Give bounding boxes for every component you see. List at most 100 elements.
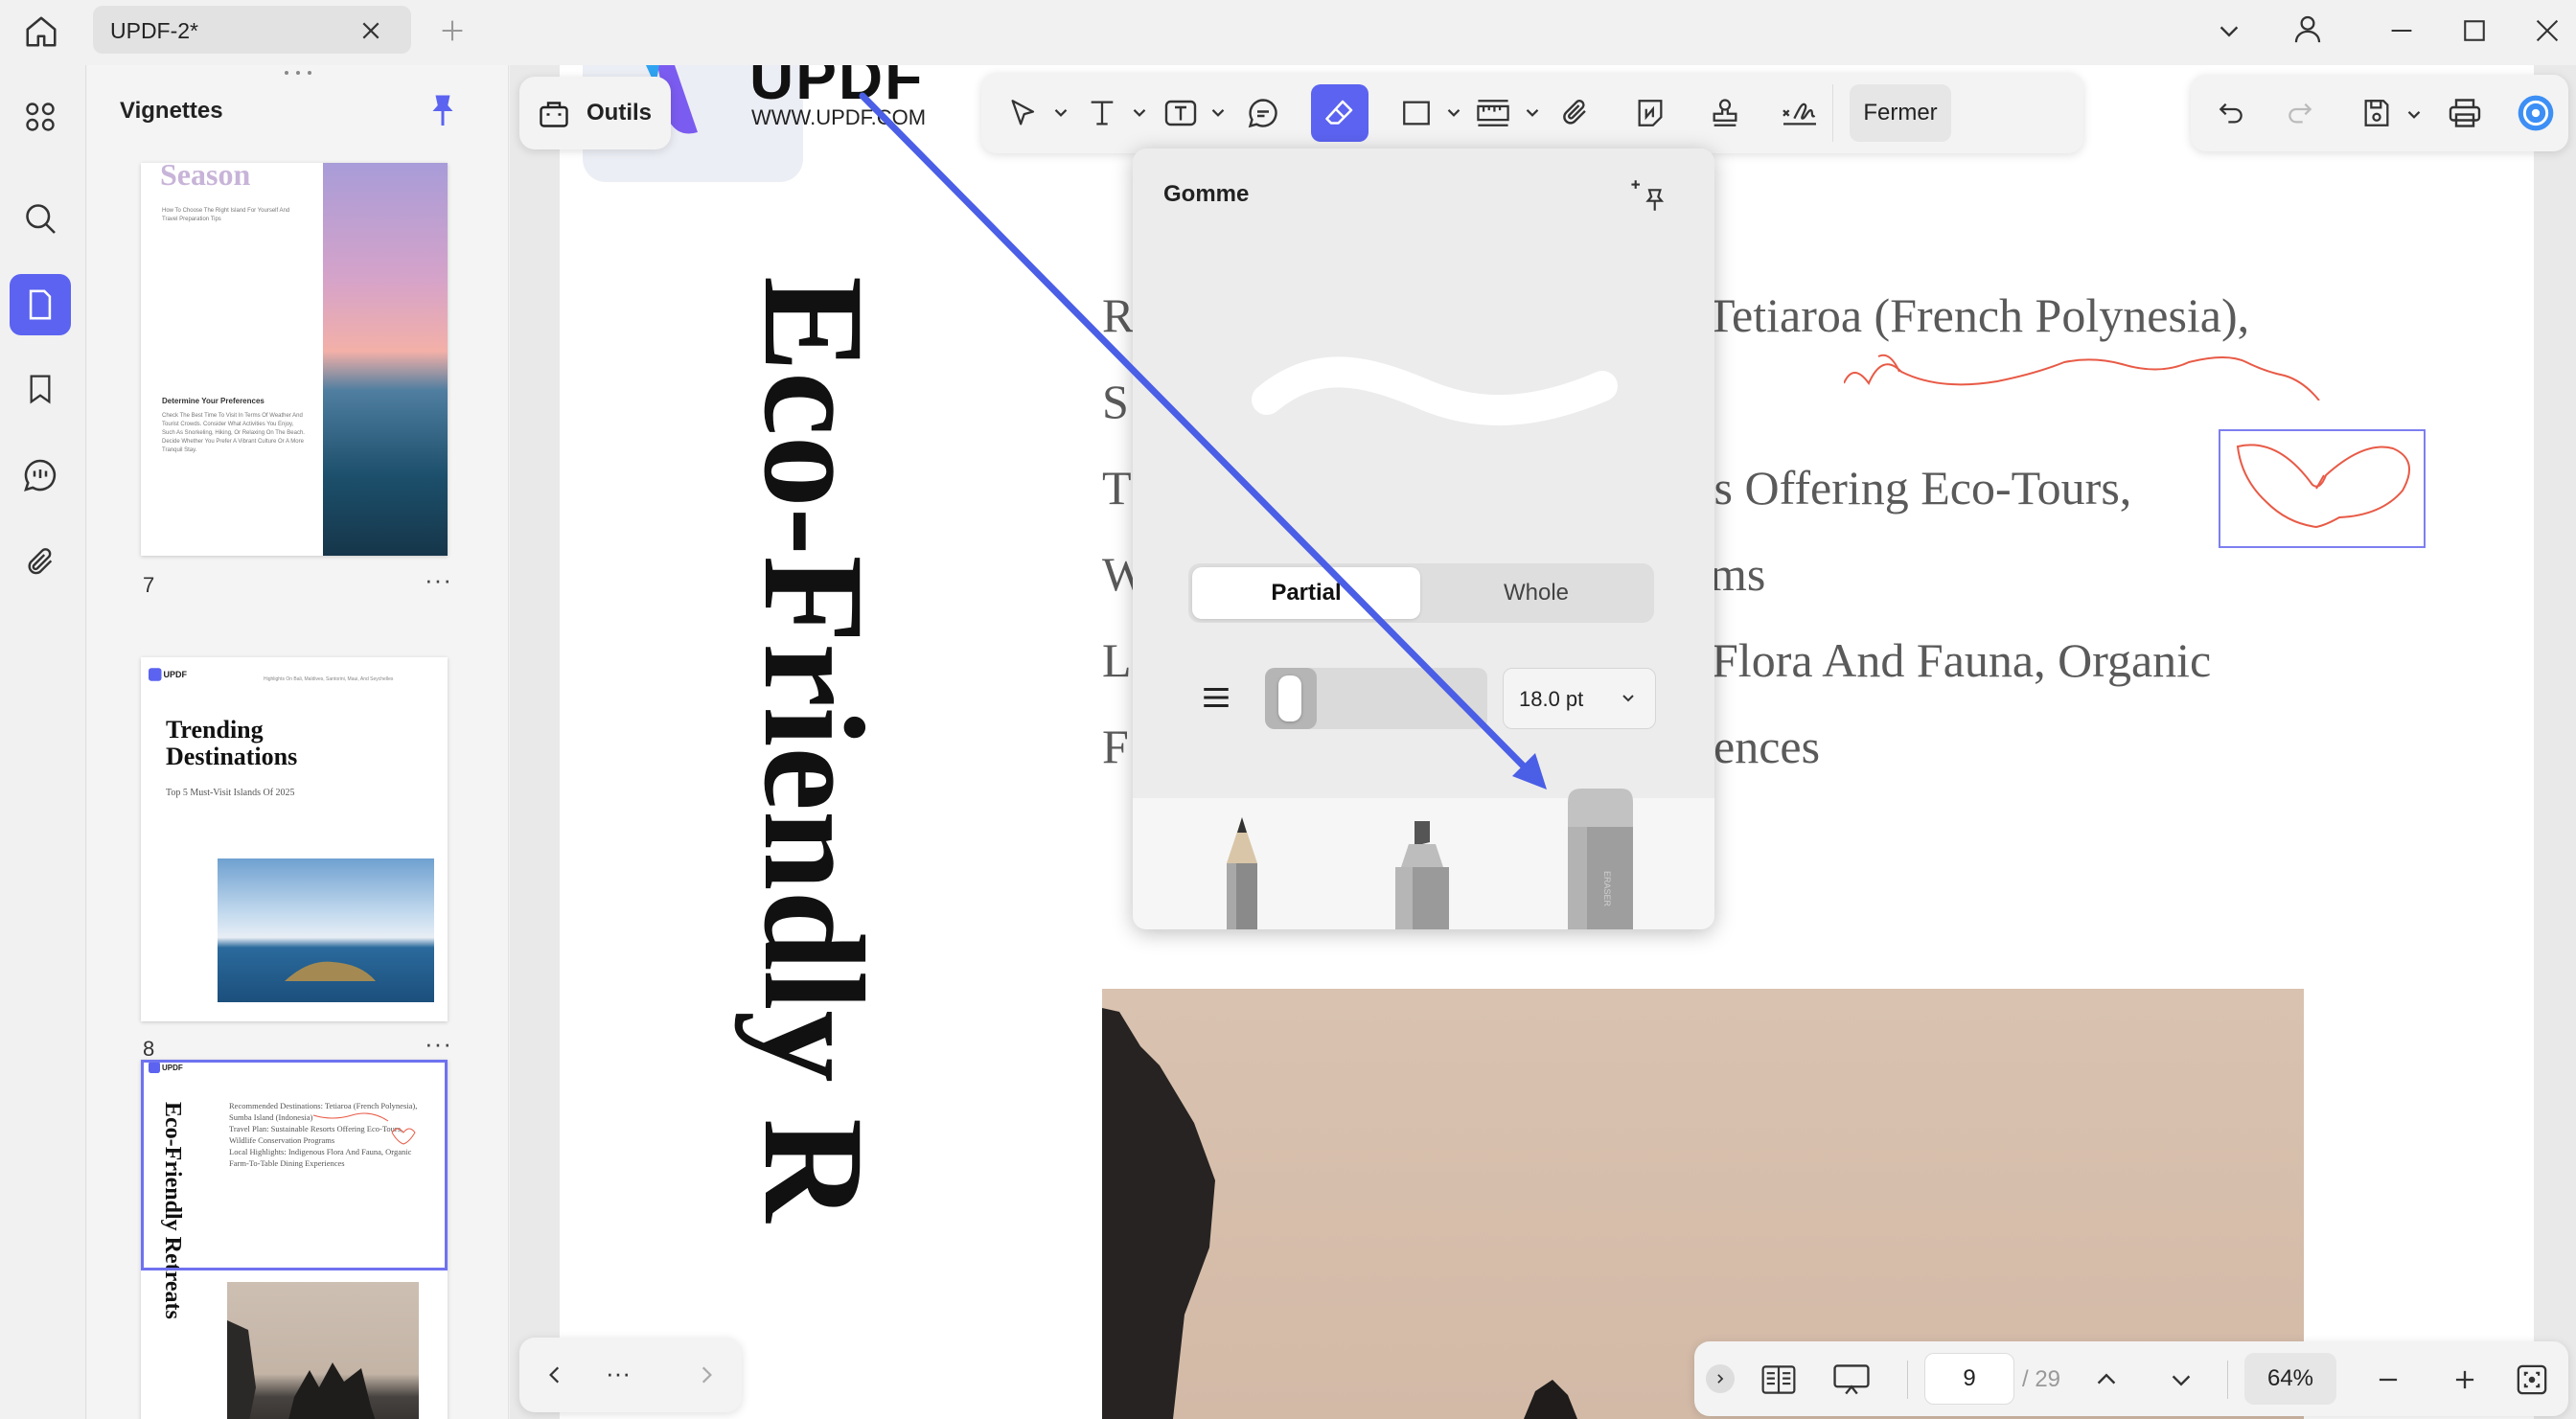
redo-icon[interactable] [2271,84,2329,142]
thumbnails-grid-icon[interactable] [10,86,71,148]
account-icon[interactable] [2287,8,2329,50]
thumb8-title-line2: Destinations [166,743,298,770]
select-tool-icon[interactable] [995,84,1052,142]
collapse-icon[interactable] [1706,1364,1735,1393]
chevron-down-icon[interactable] [1522,102,1543,123]
text-line-start: T [1102,461,1132,515]
text-tool-icon[interactable] [1073,84,1131,142]
eraser-label: ERASER [1602,871,1612,907]
plus-icon[interactable] [433,11,472,50]
size-value: 18.0 pt [1519,687,1584,711]
next-page-icon[interactable] [682,1351,730,1399]
rocks-image [227,1282,419,1419]
thumb-more-button[interactable]: ··· [425,565,452,595]
status-bar: 9 / 29 64% [1694,1341,2568,1416]
pencil-icon[interactable] [1215,815,1269,929]
search-icon[interactable] [10,188,71,249]
text-line-start: S [1102,375,1129,428]
maximize-icon[interactable] [2453,10,2496,52]
page-layout-icon[interactable] [1758,1359,1800,1401]
tools-label: Outils [586,100,653,126]
more-options-button[interactable]: ··· [606,1359,631,1388]
size-slider[interactable] [1265,668,1487,729]
thumbnail-page-7[interactable]: Season How To Choose The Right Island Fo… [141,163,448,556]
size-lines-icon [1200,681,1232,714]
tool-tray: ERASER [1133,789,1714,929]
chevron-down-icon[interactable] [1208,102,1229,123]
erase-mode-toggle: Partial Whole [1188,563,1654,623]
eraser-settings-popup: Gomme Partial Whole 18.0 pt ERASER [1133,149,1714,929]
panel-title: Vignettes [120,98,223,124]
fit-page-icon[interactable] [2511,1359,2553,1401]
rectangle-tool-icon[interactable] [1388,84,1445,142]
thumb7-heading: Season [160,163,251,192]
thumbnail-page-9[interactable]: UPDF Eco-Friendly Retreats Recommended D… [141,1060,448,1419]
sticky-note-icon[interactable] [1622,84,1679,142]
close-window-icon[interactable] [2526,10,2568,52]
drag-handle-icon[interactable] [281,69,315,77]
chevron-down-icon[interactable] [2404,103,2425,125]
chevron-down-icon[interactable] [2210,11,2248,50]
page-number-input[interactable]: 9 [1924,1353,2014,1405]
print-icon[interactable] [2436,84,2494,142]
pages-icon[interactable] [10,274,71,335]
thumbnail-selection-frame [141,1060,448,1270]
pin-popup-icon[interactable] [1625,172,1673,219]
close-icon[interactable] [352,13,390,48]
chevron-down-icon [1619,688,1638,707]
ai-assistant-icon[interactable] [2507,84,2564,142]
undo-icon[interactable] [2202,84,2260,142]
size-slider-thumb[interactable] [1278,675,1301,721]
page-down-icon[interactable] [2160,1359,2202,1401]
thumbnail-page-8[interactable]: UPDF Highlights On Bali, Maldives, Santo… [141,657,448,1021]
text-line-start: F [1102,720,1129,773]
ink-heart-annotation-selected[interactable] [2219,429,2426,548]
toolbox-icon [537,96,571,130]
measure-tool-icon[interactable] [1464,84,1522,142]
status-divider [2227,1361,2228,1399]
zoom-level-button[interactable]: 64% [2244,1353,2336,1405]
highlighter-icon[interactable] [1386,821,1459,929]
document-tab[interactable]: UPDF-2* [93,6,411,54]
attachment-icon[interactable] [10,531,71,592]
popup-title: Gomme [1163,181,1250,207]
previous-page-icon[interactable] [531,1351,579,1399]
attachment-tool-icon[interactable] [1547,84,1604,142]
chevron-down-icon[interactable] [1050,102,1071,123]
comment-tool-icon[interactable] [1234,84,1292,142]
text-line-end: ences [1714,720,1821,773]
stamp-icon[interactable] [1696,84,1754,142]
right-toolbar [2191,75,2568,151]
bookmark-icon[interactable] [10,358,71,420]
text-line-start: L [1102,633,1132,687]
eraser-tool-selected-icon[interactable]: ERASER [1562,785,1637,929]
size-dropdown[interactable]: 18.0 pt [1503,668,1656,729]
whole-mode-button[interactable]: Whole [1422,567,1650,619]
zoom-in-icon[interactable] [2444,1359,2486,1401]
thumb-more-button[interactable]: ··· [425,1029,452,1059]
home-icon[interactable] [17,8,65,56]
close-tools-button[interactable]: Fermer [1850,84,1951,142]
signature-icon[interactable] [1771,84,1828,142]
textbox-tool-icon[interactable] [1152,84,1209,142]
partial-mode-button[interactable]: Partial [1192,567,1420,619]
status-divider [1907,1361,1908,1399]
save-icon[interactable] [2348,84,2405,142]
zoom-out-icon[interactable] [2367,1359,2409,1401]
comments-icon[interactable] [10,445,71,506]
thumb8-title: Trending Destinations [166,717,297,770]
page-up-icon[interactable] [2085,1359,2128,1401]
minimize-icon[interactable] [2380,10,2423,52]
chevron-down-icon[interactable] [1443,102,1464,123]
island-image [218,858,434,1002]
thumb8-header: Highlights On Bali, Maldives, Santorini,… [264,676,394,682]
thumb-page-number: 8 [143,1037,155,1061]
eraser-tool-icon[interactable] [1311,84,1368,142]
pin-icon[interactable] [428,94,457,128]
presentation-icon[interactable] [1830,1359,1873,1401]
logo-url: WWW.UPDF.COM [751,105,927,129]
chevron-down-icon[interactable] [1129,102,1150,123]
ink-underline-annotation[interactable] [1844,295,2323,401]
tools-button[interactable]: Outils [519,77,671,149]
thumb7-blurb: How To Choose The Right Island For Yours… [162,208,290,222]
